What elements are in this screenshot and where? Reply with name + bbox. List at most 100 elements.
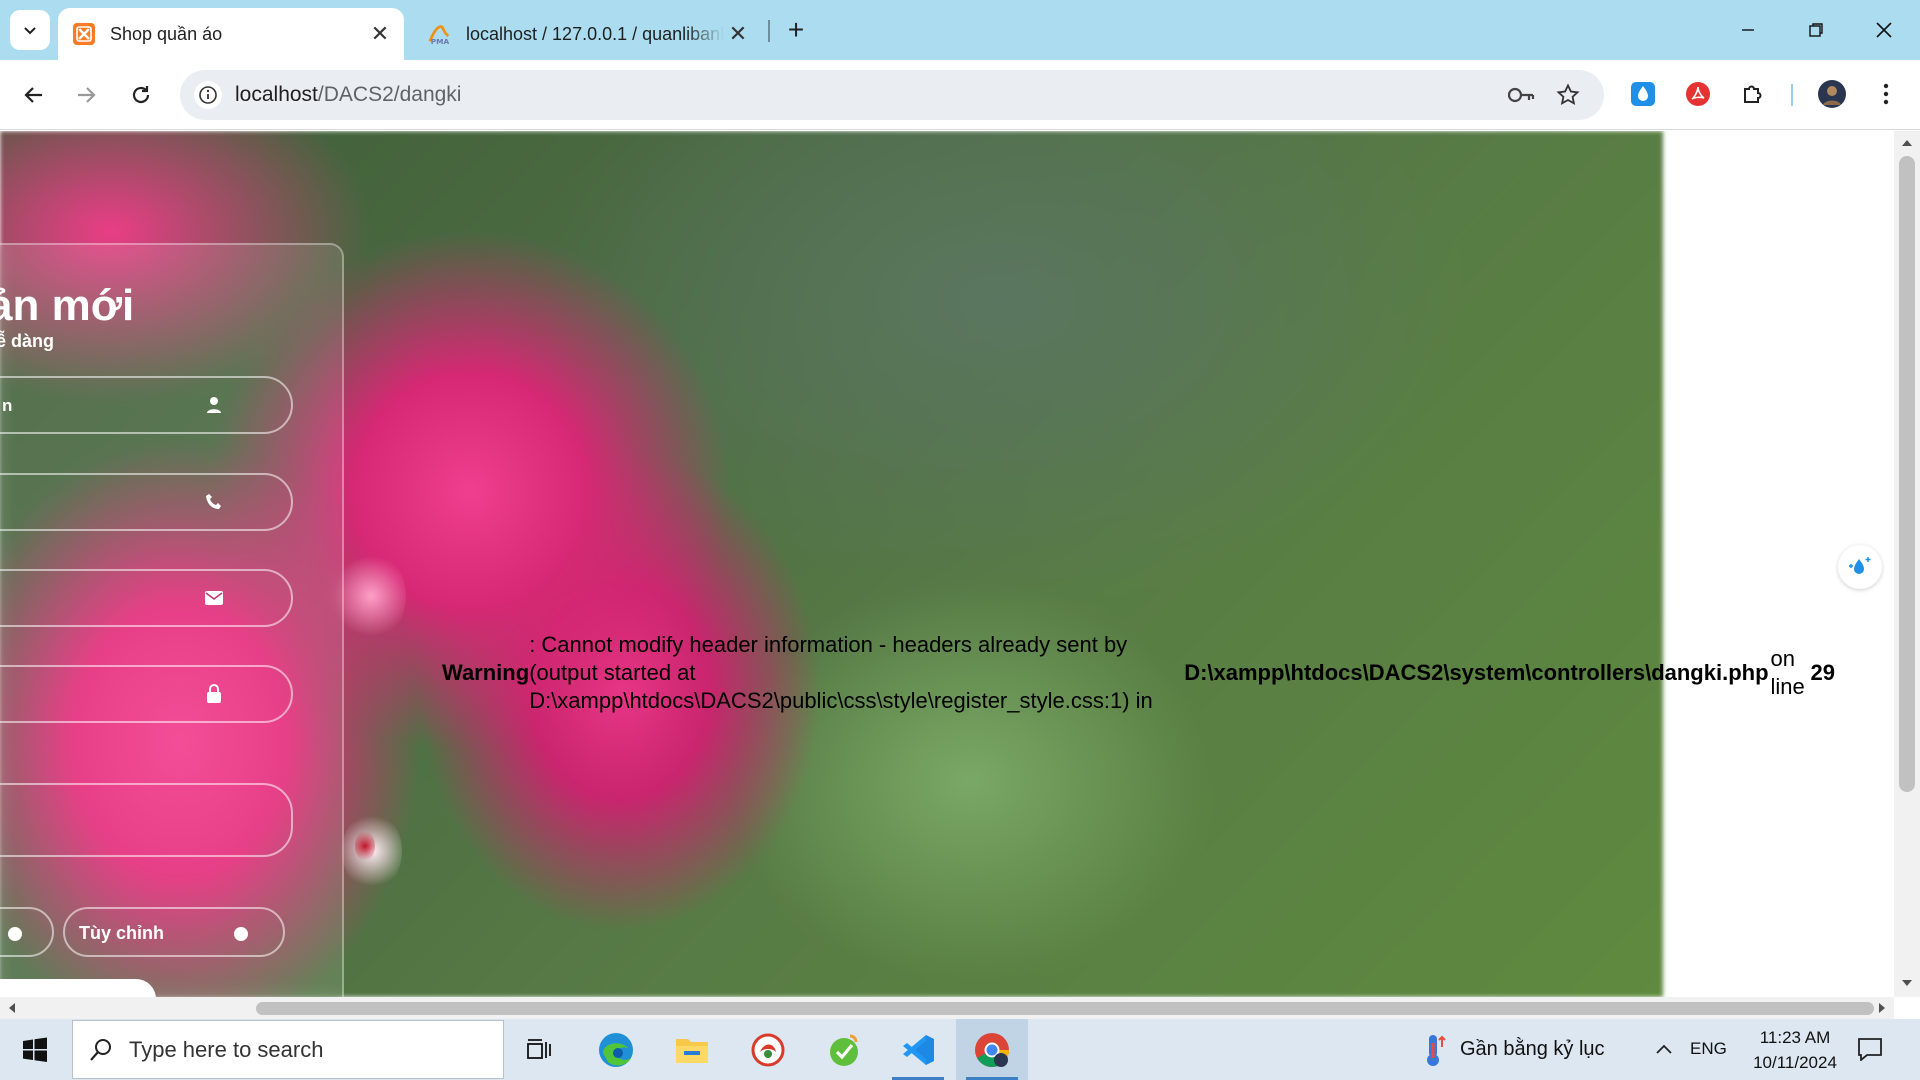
reload-button[interactable] [119,73,163,117]
mail-icon [203,587,225,609]
url-text[interactable]: localhost/DACS2/dangki [235,83,461,107]
browser-menu-icon[interactable] [1868,76,1904,112]
windows-taskbar: Type here to search Gần bằng kỷ lục ENG … [0,1019,1920,1080]
edge-taskbar-button[interactable] [580,1019,652,1080]
close-window-button[interactable] [1850,0,1918,60]
minimize-button[interactable] [1714,0,1782,60]
username-placeholder: n [2,396,13,415]
tab-separator [768,20,770,42]
water-drop-extension-icon[interactable] [1625,76,1661,112]
file-explorer-icon [676,1038,708,1063]
vscode-taskbar-button[interactable] [882,1019,954,1080]
warning-on-line: on line [1770,646,1805,699]
start-button[interactable] [0,1019,70,1080]
scroll-left-arrow[interactable] [9,1003,15,1013]
new-tab-button[interactable]: + [780,14,812,46]
notification-center-icon[interactable] [1852,1031,1888,1067]
reload-icon [132,86,150,104]
password-field[interactable] [0,665,293,723]
vscode-icon [903,1034,934,1065]
tab-phpmyadmin[interactable]: PMA localhost / 127.0.0.1 / quanlibanhan… [418,8,762,60]
tab-title: localhost / 127.0.0.1 / quanlibanhang [466,23,724,44]
search-icon [90,1038,111,1061]
scroll-right-arrow[interactable] [1879,1003,1885,1013]
forward-button[interactable] [64,73,108,117]
user-icon [203,394,225,416]
minimize-icon [1742,29,1754,31]
task-view-button[interactable] [504,1019,576,1080]
tab-search-button[interactable] [10,10,50,50]
app-icon [751,1033,785,1066]
phone-field[interactable] [0,473,293,531]
bookmark-star-icon[interactable] [1554,81,1582,109]
warning-label: Warning [442,660,530,685]
extensions-puzzle-icon[interactable] [1735,76,1771,112]
close-tab-icon[interactable]: ✕ [366,20,394,48]
chrome-taskbar-button[interactable] [956,1019,1028,1080]
clock-date: 10/11/2024 [1753,1053,1837,1072]
close-tab-icon[interactable]: ✕ [724,20,752,48]
warning-message: : Cannot modify header information - hea… [529,632,1153,713]
vertical-scroll-thumb[interactable] [1899,156,1915,792]
app-taskbar-button-green[interactable] [808,1019,880,1080]
horizontal-scroll-thumb[interactable] [256,1002,1874,1015]
submit-button[interactable] [0,979,156,997]
vertical-scrollbar[interactable] [1894,131,1920,997]
edge-icon [599,1032,633,1067]
file-explorer-taskbar-button[interactable] [656,1019,728,1080]
browser-toolbar: localhost/DACS2/dangki [0,60,1920,130]
taskbar-search-box[interactable]: Type here to search [72,1020,504,1079]
app-icon [830,1034,858,1066]
phpmyadmin-icon: PMA [428,22,452,46]
php-warning: Warning : Cannot modify header informati… [442,631,1835,715]
phone-icon [203,491,225,513]
horizontal-scrollbar[interactable] [0,997,1894,1019]
username-field[interactable]: n [0,376,293,434]
toolbar-separator [1791,84,1793,106]
chevron-down-icon [24,27,36,35]
windows-logo-icon [23,1037,47,1062]
scroll-up-arrow[interactable] [1902,140,1912,146]
tray-chevron-up-icon[interactable] [1652,1037,1676,1061]
tab-strip: Shop quần áo ✕ PMA localhost / 127.0.0.1… [0,0,1920,60]
weather-widget[interactable]: Gần bằng kỷ lục [1420,1019,1605,1080]
water-drop-floating-button[interactable] [1838,545,1882,589]
clock[interactable]: 11:23 AM 10/11/2024 [1740,1025,1850,1075]
site-info-icon[interactable] [194,81,222,109]
task-view-icon [527,1038,551,1059]
xampp-icon [72,22,96,46]
address-bar[interactable]: localhost/DACS2/dangki [180,70,1604,120]
close-icon [1876,22,1892,38]
flower-stamen [355,831,375,861]
gender-option-pill[interactable] [0,907,54,957]
thermometer-icon [1427,1034,1446,1066]
gender-custom-label: Tùy chỉnh [79,923,164,943]
radio-dot[interactable] [8,927,22,941]
password-key-icon[interactable] [1507,81,1535,109]
date-field[interactable] [0,783,293,857]
lock-icon [203,683,225,705]
url-host: localhost [235,83,318,106]
form-subtitle: ễ dàng [0,331,55,351]
gender-custom-pill[interactable]: Tùy chỉnh [63,907,285,957]
acrobat-extension-icon[interactable] [1680,76,1716,112]
chrome-icon [975,1032,1009,1067]
arrow-right-icon [78,87,96,103]
back-button[interactable] [12,73,56,117]
tab-shop[interactable]: Shop quần áo ✕ [58,8,404,60]
flower-highlight [336,551,406,641]
scroll-down-arrow[interactable] [1902,980,1912,986]
warning-file: D:\xampp\htdocs\DACS2\system\controllers… [1184,660,1769,685]
arrow-left-icon [24,87,42,103]
svg-text:PMA: PMA [431,37,450,46]
language-indicator[interactable]: ENG [1690,1039,1727,1059]
form-title: ản mới [0,281,135,330]
restore-button[interactable] [1782,0,1850,60]
tab-title: Shop quần áo [110,23,223,44]
url-path: /DACS2/dangki [317,83,462,106]
weather-text: Gần bằng kỷ lục [1460,1038,1605,1060]
profile-avatar[interactable] [1814,76,1850,112]
radio-dot[interactable] [234,927,248,941]
app-taskbar-button-red[interactable] [732,1019,804,1080]
email-field[interactable] [0,569,293,627]
